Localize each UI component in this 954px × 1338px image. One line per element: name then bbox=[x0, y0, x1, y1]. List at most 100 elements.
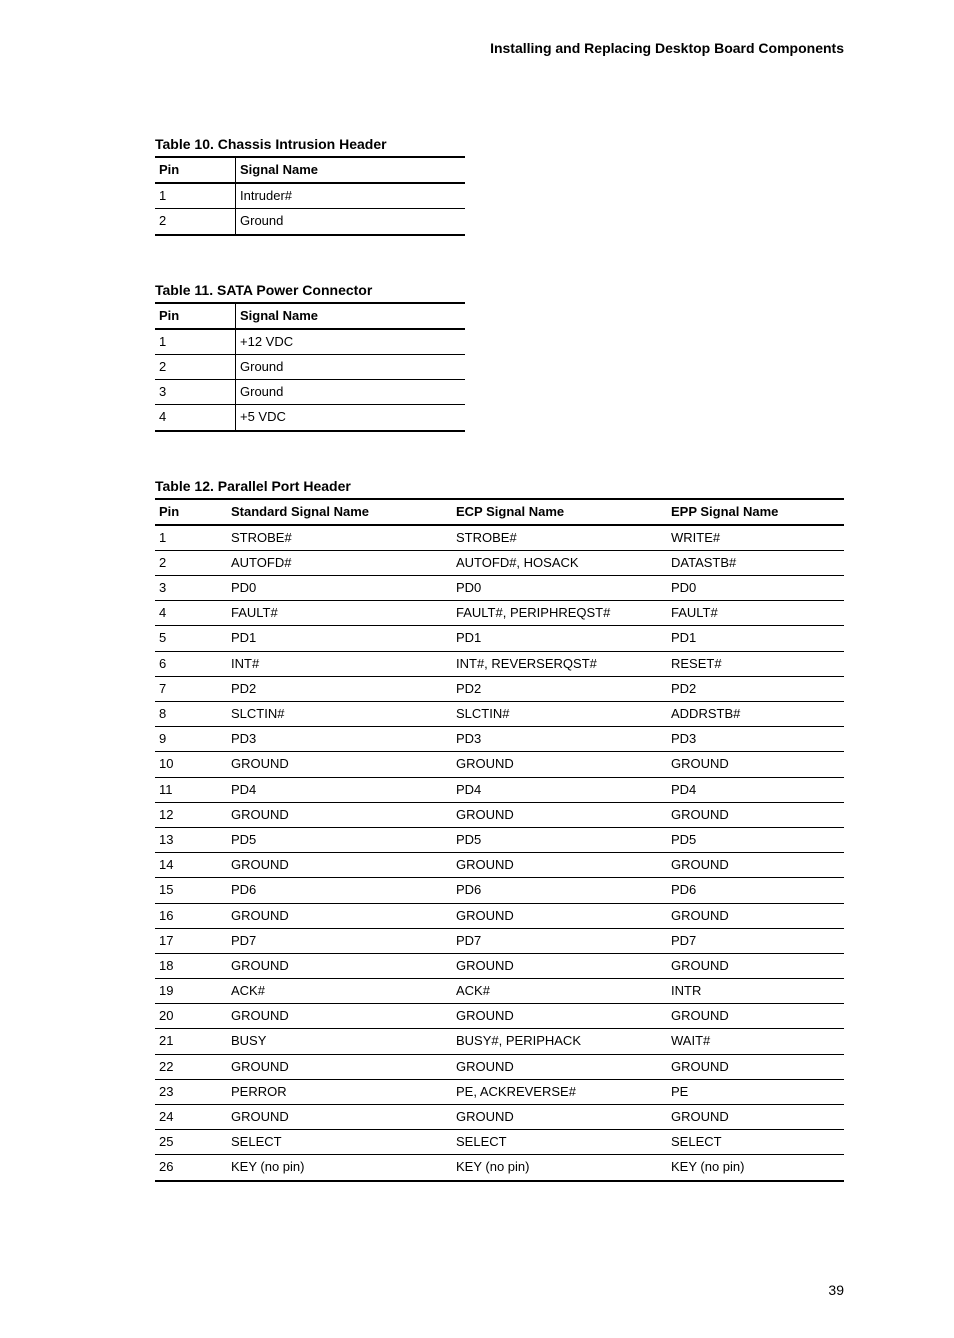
std-signal-cell: GROUND bbox=[227, 1105, 452, 1130]
ecp-signal-cell: STROBE# bbox=[452, 525, 667, 551]
epp-signal-cell: WAIT# bbox=[667, 1029, 844, 1054]
std-signal-cell: GROUND bbox=[227, 1004, 452, 1029]
std-signal-cell: SLCTIN# bbox=[227, 702, 452, 727]
table-row: 8SLCTIN#SLCTIN#ADDRSTB# bbox=[155, 702, 844, 727]
pin-cell: 18 bbox=[155, 953, 227, 978]
table-row: 1+12 VDC bbox=[155, 329, 465, 355]
epp-signal-cell: PD0 bbox=[667, 576, 844, 601]
table-row: 13PD5PD5PD5 bbox=[155, 827, 844, 852]
pin-cell: 12 bbox=[155, 802, 227, 827]
std-signal-cell: GROUND bbox=[227, 953, 452, 978]
ecp-signal-cell: SELECT bbox=[452, 1130, 667, 1155]
pin-cell: 21 bbox=[155, 1029, 227, 1054]
table-12-caption: Table 12. Parallel Port Header bbox=[155, 478, 844, 494]
epp-signal-cell: PD6 bbox=[667, 878, 844, 903]
pin-cell: 4 bbox=[155, 601, 227, 626]
std-signal-cell: PD1 bbox=[227, 626, 452, 651]
table-row: 11PD4PD4PD4 bbox=[155, 777, 844, 802]
table-row: 21BUSYBUSY#, PERIPHACKWAIT# bbox=[155, 1029, 844, 1054]
std-signal-cell: GROUND bbox=[227, 1054, 452, 1079]
ecp-signal-cell: BUSY#, PERIPHACK bbox=[452, 1029, 667, 1054]
std-signal-cell: PERROR bbox=[227, 1079, 452, 1104]
ecp-signal-cell: KEY (no pin) bbox=[452, 1155, 667, 1181]
table-row: 12GROUNDGROUNDGROUND bbox=[155, 802, 844, 827]
ecp-signal-cell: GROUND bbox=[452, 953, 667, 978]
table-12: Pin Standard Signal Name ECP Signal Name… bbox=[155, 498, 844, 1182]
pin-cell: 1 bbox=[155, 525, 227, 551]
pin-cell: 16 bbox=[155, 903, 227, 928]
ecp-signal-cell: GROUND bbox=[452, 903, 667, 928]
pin-cell: 5 bbox=[155, 626, 227, 651]
ecp-signal-cell: FAULT#, PERIPHREQST# bbox=[452, 601, 667, 626]
table-row: 5PD1PD1PD1 bbox=[155, 626, 844, 651]
pin-cell: 20 bbox=[155, 1004, 227, 1029]
table-12-header-pin: Pin bbox=[155, 499, 227, 525]
ecp-signal-cell: PD4 bbox=[452, 777, 667, 802]
std-signal-cell: GROUND bbox=[227, 752, 452, 777]
table-row: 3Ground bbox=[155, 380, 465, 405]
pin-cell: 6 bbox=[155, 651, 227, 676]
std-signal-cell: FAULT# bbox=[227, 601, 452, 626]
epp-signal-cell: PD2 bbox=[667, 676, 844, 701]
page-number: 39 bbox=[155, 1282, 844, 1298]
std-signal-cell: PD7 bbox=[227, 928, 452, 953]
pin-cell: 23 bbox=[155, 1079, 227, 1104]
epp-signal-cell: FAULT# bbox=[667, 601, 844, 626]
epp-signal-cell: SELECT bbox=[667, 1130, 844, 1155]
ecp-signal-cell: PD6 bbox=[452, 878, 667, 903]
ecp-signal-cell: GROUND bbox=[452, 853, 667, 878]
table-row: 14GROUNDGROUNDGROUND bbox=[155, 853, 844, 878]
std-signal-cell: INT# bbox=[227, 651, 452, 676]
pin-cell: 3 bbox=[155, 576, 227, 601]
pin-cell: 1 bbox=[155, 329, 236, 355]
ecp-signal-cell: ACK# bbox=[452, 979, 667, 1004]
epp-signal-cell: DATASTB# bbox=[667, 550, 844, 575]
std-signal-cell: GROUND bbox=[227, 802, 452, 827]
pin-cell: 14 bbox=[155, 853, 227, 878]
ecp-signal-cell: PD0 bbox=[452, 576, 667, 601]
epp-signal-cell: GROUND bbox=[667, 953, 844, 978]
table-row: 20GROUNDGROUNDGROUND bbox=[155, 1004, 844, 1029]
pin-cell: 22 bbox=[155, 1054, 227, 1079]
pin-cell: 2 bbox=[155, 209, 236, 235]
epp-signal-cell: GROUND bbox=[667, 853, 844, 878]
table-11-header-pin: Pin bbox=[155, 303, 236, 329]
pin-cell: 4 bbox=[155, 405, 236, 431]
std-signal-cell: PD3 bbox=[227, 727, 452, 752]
table-10-caption: Table 10. Chassis Intrusion Header bbox=[155, 136, 844, 152]
ecp-signal-cell: PD2 bbox=[452, 676, 667, 701]
table-row: 2Ground bbox=[155, 209, 465, 235]
epp-signal-cell: GROUND bbox=[667, 1054, 844, 1079]
std-signal-cell: PD6 bbox=[227, 878, 452, 903]
ecp-signal-cell: PD1 bbox=[452, 626, 667, 651]
pin-cell: 10 bbox=[155, 752, 227, 777]
table-row: 2Ground bbox=[155, 354, 465, 379]
pin-cell: 15 bbox=[155, 878, 227, 903]
epp-signal-cell: PD7 bbox=[667, 928, 844, 953]
table-row: 3PD0PD0PD0 bbox=[155, 576, 844, 601]
table-11: Pin Signal Name 1+12 VDC2Ground3Ground4+… bbox=[155, 302, 465, 432]
std-signal-cell: PD5 bbox=[227, 827, 452, 852]
ecp-signal-cell: GROUND bbox=[452, 752, 667, 777]
signal-cell: +5 VDC bbox=[236, 405, 466, 431]
pin-cell: 24 bbox=[155, 1105, 227, 1130]
ecp-signal-cell: GROUND bbox=[452, 1054, 667, 1079]
epp-signal-cell: PD3 bbox=[667, 727, 844, 752]
pin-cell: 2 bbox=[155, 550, 227, 575]
epp-signal-cell: GROUND bbox=[667, 802, 844, 827]
table-row: 4FAULT#FAULT#, PERIPHREQST#FAULT# bbox=[155, 601, 844, 626]
pin-cell: 2 bbox=[155, 354, 236, 379]
pin-cell: 7 bbox=[155, 676, 227, 701]
table-row: 16GROUNDGROUNDGROUND bbox=[155, 903, 844, 928]
epp-signal-cell: PE bbox=[667, 1079, 844, 1104]
table-12-header-epp: EPP Signal Name bbox=[667, 499, 844, 525]
table-row: 10GROUNDGROUNDGROUND bbox=[155, 752, 844, 777]
pin-cell: 9 bbox=[155, 727, 227, 752]
page-header: Installing and Replacing Desktop Board C… bbox=[155, 40, 844, 56]
table-row: 4+5 VDC bbox=[155, 405, 465, 431]
ecp-signal-cell: SLCTIN# bbox=[452, 702, 667, 727]
std-signal-cell: PD2 bbox=[227, 676, 452, 701]
std-signal-cell: SELECT bbox=[227, 1130, 452, 1155]
pin-cell: 19 bbox=[155, 979, 227, 1004]
ecp-signal-cell: PD5 bbox=[452, 827, 667, 852]
